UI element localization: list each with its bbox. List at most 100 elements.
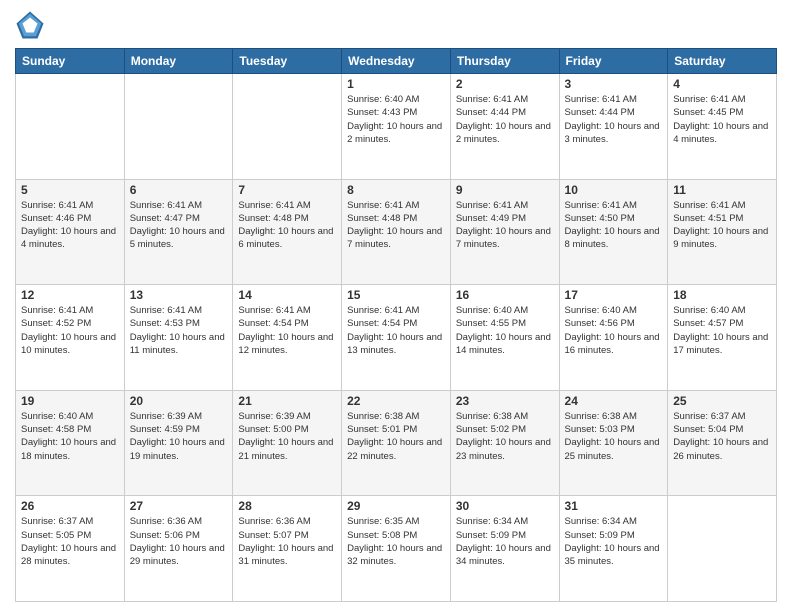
day-info: Sunrise: 6:36 AM Sunset: 5:06 PM Dayligh… [130,515,228,568]
day-number: 7 [238,183,336,197]
day-number: 18 [673,288,771,302]
day-number: 1 [347,77,445,91]
header [15,10,777,40]
day-info: Sunrise: 6:41 AM Sunset: 4:48 PM Dayligh… [347,199,445,252]
day-info: Sunrise: 6:35 AM Sunset: 5:08 PM Dayligh… [347,515,445,568]
day-number: 26 [21,499,119,513]
day-number: 10 [565,183,663,197]
calendar-cell: 13 Sunrise: 6:41 AM Sunset: 4:53 PM Dayli… [124,285,233,391]
day-info: Sunrise: 6:41 AM Sunset: 4:51 PM Dayligh… [673,199,771,252]
day-info: Sunrise: 6:41 AM Sunset: 4:50 PM Dayligh… [565,199,663,252]
calendar-cell [668,496,777,602]
day-info: Sunrise: 6:41 AM Sunset: 4:52 PM Dayligh… [21,304,119,357]
day-info: Sunrise: 6:40 AM Sunset: 4:43 PM Dayligh… [347,93,445,146]
calendar-body: 1 Sunrise: 6:40 AM Sunset: 4:43 PM Daylig… [16,74,777,602]
calendar-cell: 8 Sunrise: 6:41 AM Sunset: 4:48 PM Daylig… [342,179,451,285]
weekday-header-saturday: Saturday [668,49,777,74]
day-number: 20 [130,394,228,408]
calendar-cell: 24Sunrise: 6:38 AM Sunset: 5:03 PM Dayli… [559,390,668,496]
calendar-cell: 7 Sunrise: 6:41 AM Sunset: 4:48 PM Daylig… [233,179,342,285]
day-info: Sunrise: 6:41 AM Sunset: 4:54 PM Dayligh… [238,304,336,357]
day-info: Sunrise: 6:36 AM Sunset: 5:07 PM Dayligh… [238,515,336,568]
calendar-cell: 11 Sunrise: 6:41 AM Sunset: 4:51 PM Dayli… [668,179,777,285]
day-number: 29 [347,499,445,513]
week-row-4: 26Sunrise: 6:37 AM Sunset: 5:05 PM Dayli… [16,496,777,602]
day-info: Sunrise: 6:41 AM Sunset: 4:49 PM Dayligh… [456,199,554,252]
day-info: Sunrise: 6:41 AM Sunset: 4:45 PM Dayligh… [673,93,771,146]
week-row-1: 5 Sunrise: 6:41 AM Sunset: 4:46 PM Daylig… [16,179,777,285]
calendar-cell: 10 Sunrise: 6:41 AM Sunset: 4:50 PM Dayli… [559,179,668,285]
day-info: Sunrise: 6:41 AM Sunset: 4:48 PM Dayligh… [238,199,336,252]
day-number: 12 [21,288,119,302]
calendar-cell: 21 Sunrise: 6:39 AM Sunset: 5:00 PM Dayli… [233,390,342,496]
day-info: Sunrise: 6:38 AM Sunset: 5:02 PM Dayligh… [456,410,554,463]
logo-icon [15,10,45,40]
day-number: 11 [673,183,771,197]
day-number: 25 [673,394,771,408]
calendar-cell: 29 Sunrise: 6:35 AM Sunset: 5:08 PM Dayli… [342,496,451,602]
day-number: 27 [130,499,228,513]
weekday-header-sunday: Sunday [16,49,125,74]
day-number: 28 [238,499,336,513]
calendar-cell: 2Sunrise: 6:41 AM Sunset: 4:44 PM Daylig… [450,74,559,180]
day-number: 4 [673,77,771,91]
day-number: 30 [456,499,554,513]
weekday-header-monday: Monday [124,49,233,74]
calendar-cell: 16Sunrise: 6:40 AM Sunset: 4:55 PM Dayli… [450,285,559,391]
calendar-cell: 9 Sunrise: 6:41 AM Sunset: 4:49 PM Daylig… [450,179,559,285]
calendar-cell: 17Sunrise: 6:40 AM Sunset: 4:56 PM Dayli… [559,285,668,391]
day-number: 23 [456,394,554,408]
calendar-cell: 30Sunrise: 6:34 AM Sunset: 5:09 PM Dayli… [450,496,559,602]
day-number: 17 [565,288,663,302]
day-info: Sunrise: 6:41 AM Sunset: 4:47 PM Dayligh… [130,199,228,252]
day-info: Sunrise: 6:41 AM Sunset: 4:54 PM Dayligh… [347,304,445,357]
calendar-cell: 31 Sunrise: 6:34 AM Sunset: 5:09 PM Dayli… [559,496,668,602]
weekday-header-thursday: Thursday [450,49,559,74]
calendar-cell: 1 Sunrise: 6:40 AM Sunset: 4:43 PM Daylig… [342,74,451,180]
day-info: Sunrise: 6:41 AM Sunset: 4:46 PM Dayligh… [21,199,119,252]
calendar-cell: 15 Sunrise: 6:41 AM Sunset: 4:54 PM Dayli… [342,285,451,391]
week-row-0: 1 Sunrise: 6:40 AM Sunset: 4:43 PM Daylig… [16,74,777,180]
page: SundayMondayTuesdayWednesdayThursdayFrid… [0,0,792,612]
day-info: Sunrise: 6:40 AM Sunset: 4:55 PM Dayligh… [456,304,554,357]
day-number: 3 [565,77,663,91]
day-number: 19 [21,394,119,408]
weekday-row: SundayMondayTuesdayWednesdayThursdayFrid… [16,49,777,74]
day-number: 8 [347,183,445,197]
weekday-header-friday: Friday [559,49,668,74]
calendar-cell: 27 Sunrise: 6:36 AM Sunset: 5:06 PM Dayli… [124,496,233,602]
week-row-2: 12 Sunrise: 6:41 AM Sunset: 4:52 PM Dayli… [16,285,777,391]
day-info: Sunrise: 6:38 AM Sunset: 5:03 PM Dayligh… [565,410,663,463]
day-number: 13 [130,288,228,302]
day-info: Sunrise: 6:41 AM Sunset: 4:44 PM Dayligh… [456,93,554,146]
day-info: Sunrise: 6:37 AM Sunset: 5:04 PM Dayligh… [673,410,771,463]
weekday-header-wednesday: Wednesday [342,49,451,74]
calendar-header: SundayMondayTuesdayWednesdayThursdayFrid… [16,49,777,74]
day-number: 6 [130,183,228,197]
day-info: Sunrise: 6:40 AM Sunset: 4:57 PM Dayligh… [673,304,771,357]
day-info: Sunrise: 6:34 AM Sunset: 5:09 PM Dayligh… [565,515,663,568]
day-info: Sunrise: 6:38 AM Sunset: 5:01 PM Dayligh… [347,410,445,463]
day-number: 9 [456,183,554,197]
calendar-cell: 5 Sunrise: 6:41 AM Sunset: 4:46 PM Daylig… [16,179,125,285]
day-number: 21 [238,394,336,408]
calendar-table: SundayMondayTuesdayWednesdayThursdayFrid… [15,48,777,602]
calendar-cell: 28 Sunrise: 6:36 AM Sunset: 5:07 PM Dayli… [233,496,342,602]
calendar-cell: 4 Sunrise: 6:41 AM Sunset: 4:45 PM Daylig… [668,74,777,180]
week-row-3: 19 Sunrise: 6:40 AM Sunset: 4:58 PM Dayli… [16,390,777,496]
calendar-cell: 25 Sunrise: 6:37 AM Sunset: 5:04 PM Dayli… [668,390,777,496]
day-number: 5 [21,183,119,197]
day-info: Sunrise: 6:40 AM Sunset: 4:58 PM Dayligh… [21,410,119,463]
day-info: Sunrise: 6:41 AM Sunset: 4:44 PM Dayligh… [565,93,663,146]
calendar-cell [16,74,125,180]
calendar-cell: 22Sunrise: 6:38 AM Sunset: 5:01 PM Dayli… [342,390,451,496]
day-info: Sunrise: 6:39 AM Sunset: 5:00 PM Dayligh… [238,410,336,463]
calendar-cell: 12 Sunrise: 6:41 AM Sunset: 4:52 PM Dayli… [16,285,125,391]
calendar-cell: 6 Sunrise: 6:41 AM Sunset: 4:47 PM Daylig… [124,179,233,285]
day-number: 15 [347,288,445,302]
day-number: 14 [238,288,336,302]
day-info: Sunrise: 6:41 AM Sunset: 4:53 PM Dayligh… [130,304,228,357]
calendar-cell: 26Sunrise: 6:37 AM Sunset: 5:05 PM Dayli… [16,496,125,602]
calendar-cell [233,74,342,180]
day-number: 31 [565,499,663,513]
